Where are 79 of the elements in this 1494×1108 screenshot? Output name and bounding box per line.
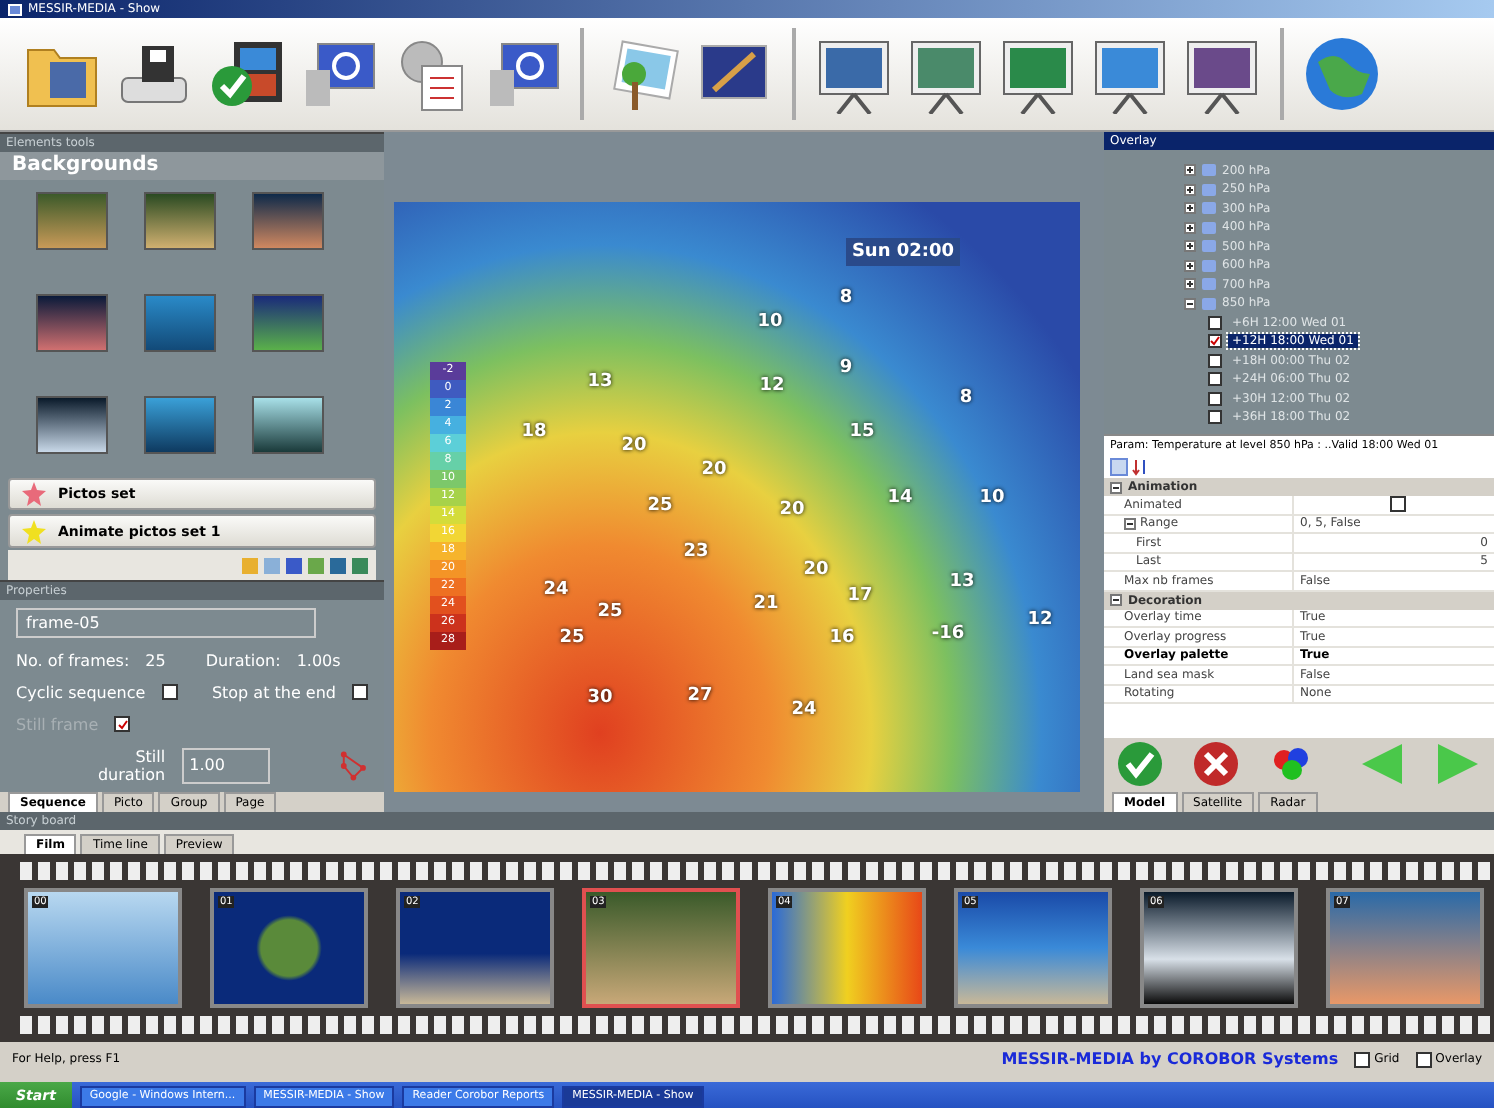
- checkbox[interactable]: [161, 684, 178, 701]
- name-field[interactable]: frame-05: [16, 607, 316, 638]
- temperature-label: 30: [587, 688, 613, 708]
- checkbox[interactable]: [1208, 353, 1222, 368]
- expand-toggle[interactable]: [1184, 202, 1196, 215]
- checkbox-label: Stop at the end: [211, 683, 336, 702]
- background-thumbnail[interactable]: [144, 192, 216, 250]
- temperature-label: 12: [759, 376, 785, 396]
- cancel-icon[interactable]: [1192, 740, 1240, 788]
- temperature-label: 25: [559, 628, 585, 648]
- checkbox[interactable]: [1208, 372, 1222, 387]
- background-thumbnail[interactable]: [252, 396, 324, 455]
- temperature-label: 25: [647, 496, 673, 516]
- globe-icon: [1302, 34, 1382, 114]
- collapse-toggle[interactable]: [1184, 297, 1196, 310]
- section-header: Backgrounds: [0, 152, 384, 180]
- temperature-label: 20: [701, 460, 727, 480]
- nodes-icon: [337, 749, 368, 782]
- expand-toggle[interactable]: [1184, 240, 1196, 253]
- app-icon: [8, 3, 22, 15]
- temperature-label: 13: [587, 372, 613, 392]
- value: 1.00s: [296, 651, 341, 670]
- checkbox[interactable]: [352, 684, 368, 701]
- label: No. of frames:: [16, 651, 130, 670]
- checkbox[interactable]: [1389, 496, 1405, 513]
- temperature-label: 24: [543, 580, 569, 600]
- collapse-toggle[interactable]: [1110, 481, 1122, 493]
- temperature-label: 13: [949, 572, 975, 592]
- temperature-label: 21: [753, 594, 779, 614]
- confirm-icon[interactable]: [1116, 740, 1164, 788]
- temperature-label: 17: [847, 586, 873, 606]
- label: Duration:: [205, 651, 281, 670]
- duration-field[interactable]: 1.00: [181, 747, 270, 784]
- temperature-label: 8: [959, 388, 973, 408]
- star-icon: [22, 519, 46, 544]
- expand-toggle[interactable]: [1184, 164, 1196, 177]
- background-thumbnail[interactable]: [144, 294, 216, 353]
- brand-text: MESSIR-MEDIA by COROBOR Systems: [1001, 1050, 1339, 1068]
- temperature-label: 18: [521, 422, 547, 442]
- expand-toggle[interactable]: [1184, 278, 1196, 291]
- background-thumbnail[interactable]: [36, 396, 108, 455]
- temperature-label: 8: [839, 288, 853, 308]
- checkbox[interactable]: [1354, 1051, 1371, 1067]
- checkbox[interactable]: [1208, 334, 1222, 349]
- temperature-label: 12: [1027, 610, 1053, 630]
- temperature-label: 15: [849, 422, 875, 442]
- temperature-label: 14: [887, 488, 913, 508]
- temperature-label: 20: [803, 560, 829, 580]
- expand-toggle[interactable]: [1184, 259, 1196, 272]
- background-thumbnail[interactable]: [252, 192, 324, 250]
- map-time-label: Sun 02:00: [846, 238, 960, 266]
- value: 25: [145, 651, 166, 670]
- checkbox[interactable]: [1415, 1051, 1432, 1067]
- temperature-label: 23: [683, 542, 709, 562]
- temperature-label: 20: [779, 500, 805, 520]
- temperature-label: 20: [621, 436, 647, 456]
- temperature-label: 27: [687, 686, 713, 706]
- label: Still duration: [96, 747, 166, 784]
- temperature-label: 10: [979, 488, 1005, 508]
- temperature-label: 10: [757, 312, 783, 332]
- sort-icon[interactable]: [1132, 458, 1150, 476]
- temperature-label: -16: [931, 624, 965, 644]
- checkbox[interactable]: [1208, 410, 1222, 425]
- star-icon: [22, 482, 46, 507]
- temperature-label: 25: [597, 602, 623, 622]
- checkbox-label: Cyclic sequence: [16, 683, 146, 702]
- temperature-label: 9: [839, 358, 853, 378]
- expand-toggle[interactable]: [1184, 221, 1196, 234]
- background-thumbnail[interactable]: [36, 192, 108, 250]
- background-thumbnail[interactable]: [36, 294, 108, 353]
- collapse-toggle[interactable]: [1124, 517, 1136, 530]
- checkbox[interactable]: [1208, 391, 1222, 406]
- checkbox[interactable]: [1208, 315, 1222, 330]
- collapse-toggle[interactable]: [1110, 594, 1122, 606]
- temperature-label: 16: [829, 628, 855, 648]
- background-thumbnail[interactable]: [144, 396, 216, 455]
- temperature-label: 24: [791, 700, 817, 720]
- background-thumbnail[interactable]: [252, 294, 324, 353]
- expand-toggle[interactable]: [1184, 183, 1196, 196]
